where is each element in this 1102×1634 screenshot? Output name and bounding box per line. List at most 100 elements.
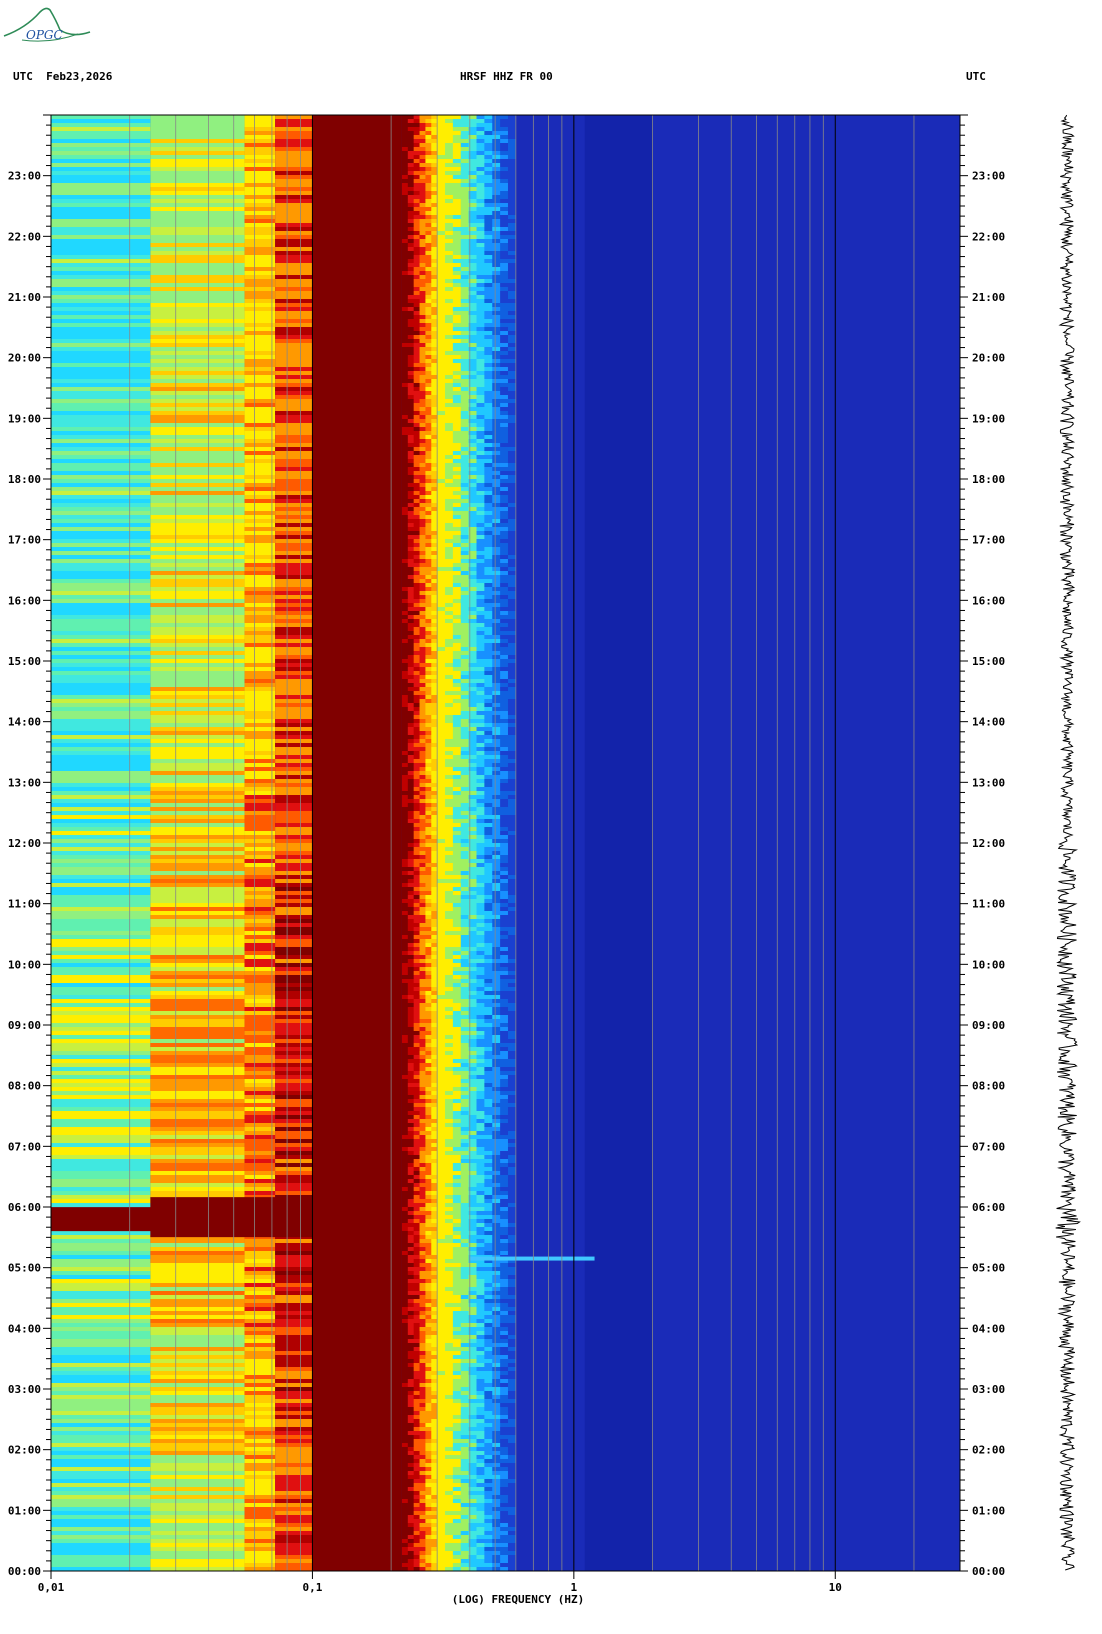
heatmap-cell <box>484 207 493 211</box>
heatmap-cell <box>51 931 151 935</box>
heatmap-cell <box>431 167 438 171</box>
heatmap-cell <box>407 211 415 215</box>
heatmap-cell <box>507 395 517 399</box>
heatmap-cell <box>500 547 509 551</box>
heatmap-cell <box>507 383 517 387</box>
heatmap-cell <box>150 227 245 231</box>
heatmap-cell <box>150 975 245 979</box>
heatmap-cell <box>244 519 276 523</box>
heatmap-cell <box>431 1495 438 1499</box>
heatmap-cell <box>507 303 517 307</box>
heatmap-cell <box>419 823 426 827</box>
heatmap-cell <box>275 467 313 471</box>
heatmap-cell <box>275 947 313 951</box>
heatmap-cell <box>401 927 409 931</box>
heatmap-cell <box>407 971 415 975</box>
heatmap-cell <box>460 479 470 483</box>
heatmap-cell <box>244 647 276 651</box>
heatmap-cell <box>150 683 245 687</box>
heatmap-cell <box>419 879 426 883</box>
heatmap-cell <box>150 1531 245 1535</box>
heatmap-cell <box>484 551 493 555</box>
heatmap-cell <box>413 803 421 807</box>
heatmap-cell <box>407 1235 415 1239</box>
heatmap-cell <box>275 1543 313 1547</box>
heatmap-cell <box>150 587 245 591</box>
heatmap-cell <box>51 479 151 483</box>
heatmap-cell <box>484 603 493 607</box>
heatmap-cell <box>419 571 426 575</box>
heatmap-cell <box>507 167 517 171</box>
heatmap-cell <box>401 1367 409 1371</box>
heatmap-cell <box>425 431 432 435</box>
heatmap-cell <box>150 675 245 679</box>
heatmap-cell <box>401 391 409 395</box>
heatmap-cell <box>431 307 438 311</box>
heatmap-cell <box>445 467 454 471</box>
heatmap-cell <box>500 135 509 139</box>
heatmap-cell <box>401 527 409 531</box>
heatmap-cell <box>413 1443 421 1447</box>
heatmap-cell <box>407 1303 415 1307</box>
heatmap-cell <box>244 183 276 187</box>
heatmap-cell <box>492 595 501 599</box>
heatmap-cell <box>401 159 409 163</box>
heatmap-cell <box>431 283 438 287</box>
heatmap-cell <box>407 635 415 639</box>
heatmap-cell <box>51 1011 151 1015</box>
heatmap-cell <box>275 447 313 451</box>
heatmap-cell <box>407 951 415 955</box>
heatmap-cell <box>413 247 421 251</box>
heatmap-cell <box>425 715 432 719</box>
heatmap-cell <box>407 515 415 519</box>
heatmap-cell <box>150 1427 245 1431</box>
heatmap-cell <box>431 687 438 691</box>
heatmap-cell <box>484 375 493 379</box>
heatmap-cell <box>425 343 432 347</box>
heatmap-cell <box>275 663 313 667</box>
heatmap-cell <box>484 339 493 343</box>
heatmap-cell <box>419 1331 426 1335</box>
heatmap-cell <box>413 1491 421 1495</box>
heatmap-cell <box>437 643 446 647</box>
heatmap-cell <box>407 1327 415 1331</box>
heatmap-cell <box>275 423 313 427</box>
heatmap-cell <box>275 675 313 679</box>
heatmap-cell <box>431 1027 438 1031</box>
heatmap-cell <box>275 723 313 727</box>
heatmap-cell <box>244 483 276 487</box>
heatmap-cell <box>401 1007 409 1011</box>
heatmap-cell <box>150 1283 245 1287</box>
heatmap-cell <box>445 471 454 475</box>
heatmap-cell <box>476 611 485 615</box>
heatmap-cell <box>500 571 509 575</box>
heatmap-cell <box>413 927 421 931</box>
heatmap-cell <box>460 331 470 335</box>
heatmap-cell <box>275 1263 313 1267</box>
heatmap-cell <box>413 1259 421 1263</box>
heatmap-cell <box>431 711 438 715</box>
heatmap-cell <box>492 135 501 139</box>
heatmap-cell <box>500 543 509 547</box>
heatmap-cell <box>460 491 470 495</box>
heatmap-cell <box>244 1551 276 1555</box>
heatmap-cell <box>275 963 313 967</box>
heatmap-cell <box>419 1519 426 1523</box>
heatmap-cell <box>401 855 409 859</box>
heatmap-cell <box>431 1359 438 1363</box>
heatmap-cell <box>437 515 446 519</box>
heatmap-cell <box>407 191 415 195</box>
heatmap-cell <box>425 143 432 147</box>
heatmap-cell <box>401 871 409 875</box>
heatmap-cell <box>407 1435 415 1439</box>
heatmap-cell <box>460 507 470 511</box>
heatmap-cell <box>407 643 415 647</box>
heatmap-cell <box>445 387 454 391</box>
heatmap-cell <box>425 639 432 643</box>
heatmap-cell <box>445 551 454 555</box>
heatmap-cell <box>275 1287 313 1291</box>
heatmap-cell <box>500 155 509 159</box>
heatmap-cell <box>419 979 426 983</box>
heatmap-cell <box>413 1371 421 1375</box>
heatmap-cell <box>460 203 470 207</box>
